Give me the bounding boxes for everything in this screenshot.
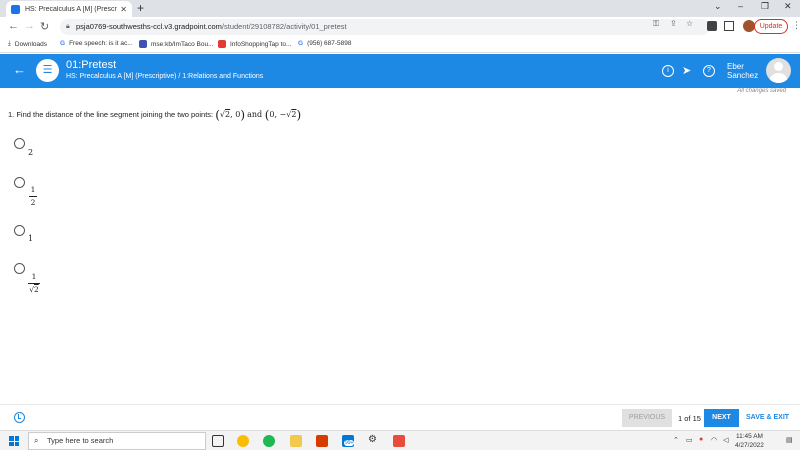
page-title: 01:Pretest xyxy=(66,59,117,71)
browser-tab-strip: HS: Precalculus A [M] (Prescriptive) ✕ +… xyxy=(0,0,800,17)
search-icon: ⌕ xyxy=(34,436,39,445)
spotify-icon[interactable] xyxy=(263,435,275,447)
notification-icon[interactable]: ● xyxy=(699,436,703,443)
office-icon[interactable] xyxy=(316,435,328,447)
google-icon: G xyxy=(60,40,66,47)
answer-radio-3[interactable] xyxy=(14,225,25,236)
bookmark-star-icon[interactable]: ☆ xyxy=(686,19,693,28)
forward-arrow-icon[interactable]: → xyxy=(24,20,35,32)
page-counter: 1 of 15 xyxy=(678,414,701,423)
user-name[interactable]: Eber Sanchez xyxy=(727,62,758,80)
side-panel-icon[interactable] xyxy=(724,21,734,31)
browser-menu-icon[interactable]: ⋮ xyxy=(792,20,800,31)
bookmark-mse[interactable]: mse:kb/ImTaco Bou... xyxy=(139,40,214,48)
taskbar-clock[interactable]: 11:45 AM 4/27/2022 xyxy=(735,432,764,450)
chrome-icon[interactable] xyxy=(237,435,249,447)
course-list-icon: ☰ xyxy=(36,59,59,82)
address-bar[interactable]: 🔒︎ psja0769-southwesths-ccl.v3.gradpoint… xyxy=(60,19,710,35)
new-tab-button[interactable]: + xyxy=(137,1,144,15)
navigation-footer: PREVIOUS 1 of 15 NEXT SAVE & EXIT xyxy=(0,404,800,430)
minimize-button[interactable]: – xyxy=(738,1,743,11)
bookmark-phone[interactable]: G (956) 687-5898 xyxy=(298,40,352,47)
google-icon: G xyxy=(298,40,304,47)
update-button[interactable]: Update xyxy=(754,19,788,34)
tab-close-icon[interactable]: ✕ xyxy=(120,5,127,14)
save-status: All changes saved xyxy=(737,88,786,94)
tab-search-icon[interactable]: ⌄ xyxy=(714,1,722,12)
bookmark-downloads[interactable]: ⤓ Downloads xyxy=(8,40,47,48)
timer-icon[interactable] xyxy=(14,412,25,423)
close-window-button[interactable]: ✕ xyxy=(784,1,792,12)
maximize-button[interactable]: ❐ xyxy=(761,1,769,12)
volume-icon[interactable]: ◁ xyxy=(723,436,728,444)
browser-toolbar: ← → ↻ 🔒︎ psja0769-southwesths-ccl.v3.gra… xyxy=(0,17,800,37)
extension-icon[interactable] xyxy=(707,21,717,31)
bookmark-free-speech[interactable]: G Free speech: is it ac... xyxy=(60,40,133,47)
tab-title: HS: Precalculus A [M] (Prescriptive) xyxy=(25,5,117,13)
battery-icon[interactable]: ▭ xyxy=(686,436,693,444)
answer-radio-4[interactable] xyxy=(14,263,25,274)
back-arrow-icon[interactable]: ← xyxy=(13,62,26,77)
settings-gear-icon[interactable]: ⚙ xyxy=(368,434,377,445)
windows-taskbar: ⌕ Type here to search 99+ ⚙ ⌃ ▭ ● ◠ ◁ 11… xyxy=(0,430,800,450)
save-exit-button[interactable]: SAVE & EXIT xyxy=(746,414,789,421)
answer-4-fraction: 1 √2 xyxy=(28,272,40,294)
reload-icon[interactable]: ↻ xyxy=(40,20,49,33)
answer-radio-1[interactable] xyxy=(14,138,25,149)
task-view-icon[interactable] xyxy=(212,435,224,447)
info-icon[interactable]: i xyxy=(662,65,674,77)
question-text: 1. Find the distance of the line segment… xyxy=(8,110,214,119)
and-word: and xyxy=(247,110,265,119)
question-prompt: 1. Find the distance of the line segment… xyxy=(8,108,301,122)
back-arrow-icon[interactable]: ← xyxy=(8,20,19,32)
taskbar-search-box[interactable]: ⌕ Type here to search xyxy=(28,432,206,450)
wifi-icon[interactable]: ◠ xyxy=(711,436,717,444)
key-icon[interactable]: ⚿ xyxy=(653,19,659,29)
windows-start-icon[interactable] xyxy=(9,436,19,446)
app-icon[interactable] xyxy=(393,435,405,447)
previous-button[interactable]: PREVIOUS xyxy=(622,409,672,427)
tray-chevron-icon[interactable]: ⌃ xyxy=(673,436,679,444)
site-favicon-icon xyxy=(11,4,20,14)
youtube-icon xyxy=(218,40,226,48)
point-1: (√2, 0) xyxy=(215,108,245,122)
answer-3-value: 1 xyxy=(28,234,34,243)
bookmark-infoshopping[interactable]: InfoShoppingTap to... xyxy=(218,40,291,48)
bookmarks-bar: ⤓ Downloads G Free speech: is it ac... mse… xyxy=(0,37,800,53)
share-icon[interactable]: ⇪ xyxy=(670,19,677,28)
breadcrumb: HS: Precalculus A [M] (Prescriptive) / 1… xyxy=(66,73,264,80)
file-explorer-icon[interactable] xyxy=(290,435,302,447)
mail-badge: 99+ xyxy=(344,440,355,446)
user-avatar[interactable] xyxy=(766,58,791,83)
next-button[interactable]: NEXT xyxy=(704,409,739,427)
answer-radio-2[interactable] xyxy=(14,177,25,188)
help-icon[interactable]: ? xyxy=(703,65,715,77)
browser-tab[interactable]: HS: Precalculus A [M] (Prescriptive) ✕ xyxy=(6,1,132,17)
notifications-icon[interactable]: ▤ xyxy=(786,436,793,444)
lock-icon: 🔒︎ xyxy=(66,23,70,30)
answer-2-fraction: 1 2 xyxy=(29,185,37,207)
search-placeholder: Type here to search xyxy=(47,436,114,445)
url-host: psja0769-southwesths-ccl.v3.gradpoint.co… xyxy=(76,22,222,31)
url-path: /student/29108782/activity/01_pretest xyxy=(221,22,347,31)
download-icon: ⤓ xyxy=(8,40,11,47)
send-message-icon[interactable]: ➤ xyxy=(682,64,691,77)
doc-icon xyxy=(139,40,147,48)
point-2: (0, −√2) xyxy=(264,108,302,122)
app-header: ← ☰ 01:Pretest HS: Precalculus A [M] (Pr… xyxy=(0,54,800,88)
answer-1-value: 2 xyxy=(28,148,34,157)
